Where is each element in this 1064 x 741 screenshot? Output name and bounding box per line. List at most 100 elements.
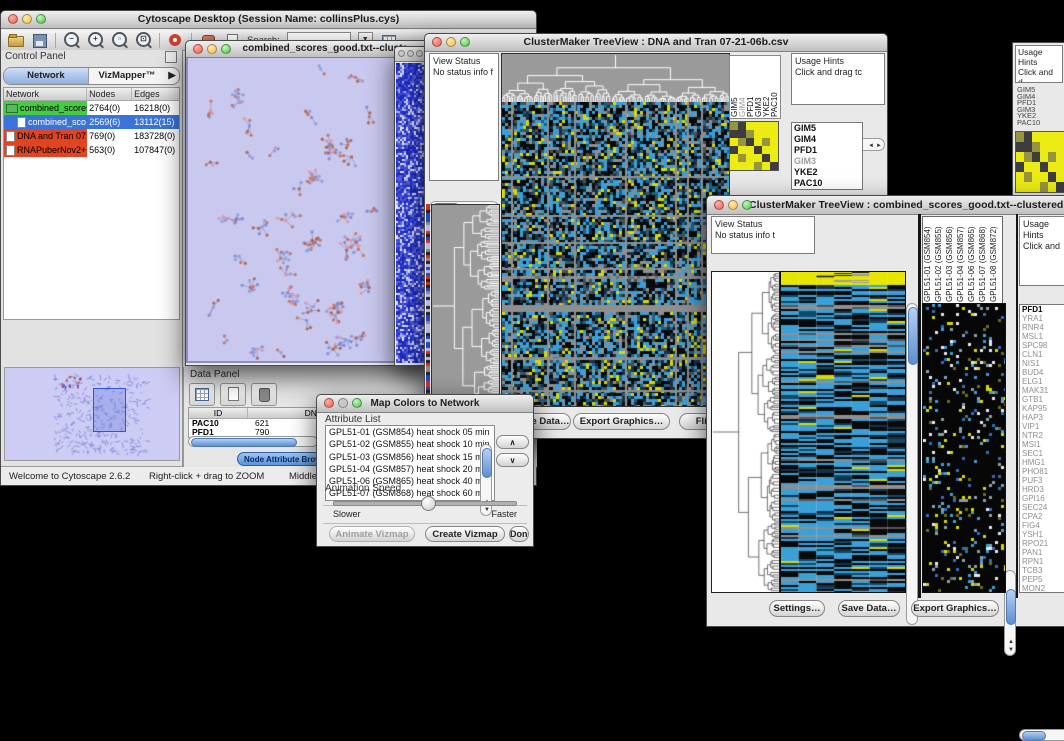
- select-attributes-button[interactable]: [189, 383, 215, 406]
- gene-label[interactable]: GIM4: [792, 134, 862, 145]
- gene-label[interactable]: PAN1: [1020, 548, 1064, 557]
- gene-label[interactable]: PFD1: [792, 145, 862, 156]
- animate-vizmap-button[interactable]: Animate Vizmap: [329, 526, 415, 542]
- gene-label[interactable]: FIG4: [1020, 521, 1064, 530]
- close-button[interactable]: [8, 14, 18, 24]
- minimize-button[interactable]: [338, 398, 348, 408]
- delete-attribute-button[interactable]: [251, 383, 277, 406]
- done-button[interactable]: Done: [509, 526, 529, 542]
- gene-label[interactable]: PFD1: [1020, 305, 1064, 314]
- col-edges[interactable]: Edges: [132, 88, 179, 100]
- array-label[interactable]: GPL51-03 (GSM856): [946, 218, 957, 302]
- slider-thumb[interactable]: [421, 496, 436, 511]
- gene-label[interactable]: GIM5: [792, 123, 862, 134]
- treeview1-gene-dendrogram[interactable]: [431, 204, 500, 408]
- gene-label[interactable]: CLN1: [1020, 350, 1064, 359]
- zoom-in-button[interactable]: +: [87, 32, 104, 48]
- open-session-button[interactable]: [7, 32, 24, 48]
- dialog-title-bar[interactable]: Map Colors to Network: [317, 395, 533, 413]
- minimize-button[interactable]: [728, 200, 738, 210]
- gene-label[interactable]: RNR4: [1020, 323, 1064, 332]
- gene-label[interactable]: HRD3: [1020, 485, 1064, 494]
- save-data-button[interactable]: Save Data…: [838, 600, 900, 617]
- close-button[interactable]: [398, 50, 405, 57]
- treeview3-zoom-heatmap[interactable]: [1015, 131, 1064, 193]
- gene-label[interactable]: NIS1: [1020, 359, 1064, 368]
- attribute-item[interactable]: GPL51-01 (GSM854) heat shock 05 min: [326, 426, 494, 438]
- scroll-thumb[interactable]: [482, 448, 492, 478]
- gene-label[interactable]: BUD4: [1020, 368, 1064, 377]
- attr-col-id[interactable]: ID: [189, 408, 247, 418]
- array-label[interactable]: GPL51-06 (GSM865): [968, 218, 979, 302]
- treeview2-gene-dendrogram[interactable]: [711, 271, 780, 593]
- gene-label[interactable]: VIP1: [1020, 422, 1064, 431]
- gene-label[interactable]: GIM3: [792, 156, 862, 167]
- tab-network[interactable]: Network: [4, 68, 88, 84]
- gene-label[interactable]: RPN1: [1020, 557, 1064, 566]
- minimize-button[interactable]: [207, 44, 217, 54]
- gene-label[interactable]: CPA2: [1020, 512, 1064, 521]
- treeview1-title-bar[interactable]: ClusterMaker TreeView : DNA and Tran 07-…: [425, 34, 887, 52]
- gene-label[interactable]: TCB3: [1020, 566, 1064, 575]
- gene-label[interactable]: SPC98: [1020, 341, 1064, 350]
- move-up-button[interactable]: ∧: [496, 435, 529, 449]
- network-row[interactable]: combined_sco 2569(6) 13112(15): [4, 115, 179, 129]
- zoom-window-button[interactable]: [36, 14, 46, 24]
- attribute-item[interactable]: GPL51-04 (GSM857) heat shock 20 min: [326, 463, 494, 475]
- col-nodes[interactable]: Nodes: [87, 88, 132, 100]
- zoom-out-button[interactable]: −: [63, 32, 80, 48]
- gene-label[interactable]: PEP5: [1020, 575, 1064, 584]
- treeview2-heatmap-vscrollbar[interactable]: [906, 303, 918, 625]
- minimize-button[interactable]: [446, 37, 456, 47]
- overview-canvas[interactable]: [5, 368, 177, 458]
- gene-label[interactable]: PAC10: [792, 178, 862, 189]
- close-button[interactable]: [324, 398, 334, 408]
- move-down-button[interactable]: ∨: [496, 453, 529, 467]
- attribute-item[interactable]: GPL51-03 (GSM856) heat shock 15 min: [326, 451, 494, 463]
- zoom-window-button[interactable]: [742, 200, 752, 210]
- gene-label[interactable]: YRA1: [1020, 314, 1064, 323]
- gene-label[interactable]: SEC1: [1020, 449, 1064, 458]
- treeview2-title-bar[interactable]: ClusterMaker TreeView : combined_scores_…: [707, 196, 1064, 215]
- save-session-button[interactable]: [31, 32, 48, 48]
- tab-overflow-arrow[interactable]: ▶: [165, 68, 179, 84]
- gene-label[interactable]: MON2: [1020, 584, 1064, 593]
- zoom-window-button[interactable]: [352, 398, 362, 408]
- new-attribute-button[interactable]: [220, 383, 246, 406]
- gene-label[interactable]: KAP95: [1020, 404, 1064, 413]
- gene-label[interactable]: NTR2: [1020, 431, 1064, 440]
- export-graphics-button[interactable]: Export Graphics…: [573, 413, 670, 430]
- float-panel-icon[interactable]: [165, 51, 177, 63]
- tab-vizmapper[interactable]: VizMapper™: [88, 68, 165, 84]
- animation-speed-slider[interactable]: [333, 495, 517, 509]
- hscroll-thumb[interactable]: [191, 438, 297, 447]
- gene-label[interactable]: HMG1: [1020, 458, 1064, 467]
- network-view-title-bar[interactable]: combined_scores_good.txt--cluste...: [186, 41, 429, 58]
- array-label[interactable]: GIM5: [731, 57, 739, 117]
- array-label[interactable]: YKE2: [763, 57, 771, 117]
- gene-label[interactable]: GPI16: [1020, 494, 1064, 503]
- data-panel-hscrollbar[interactable]: [188, 436, 318, 447]
- scroll-thumb[interactable]: [908, 307, 918, 365]
- zoom-selected-button[interactable]: ▫: [111, 32, 128, 48]
- gene-label[interactable]: PAC10: [1016, 120, 1062, 127]
- gene-label[interactable]: YKE2: [792, 167, 862, 178]
- network-row[interactable]: RNAPuberNov2+ 563(0) 107847(0): [4, 143, 179, 157]
- close-button[interactable]: [432, 37, 442, 47]
- overview-selection-rect[interactable]: [93, 388, 126, 432]
- create-vizmap-button[interactable]: Create Vizmap: [425, 526, 505, 542]
- zoom-window-button[interactable]: [416, 50, 423, 57]
- array-label[interactable]: GPL51-02 (GSM855): [935, 218, 946, 302]
- array-label[interactable]: GPL51-04 (GSM857): [957, 218, 968, 302]
- treeview1-zoom-heatmap[interactable]: [729, 121, 779, 171]
- array-label[interactable]: PFD1: [747, 57, 755, 117]
- array-label[interactable]: GIM3: [755, 57, 763, 117]
- treeview2-zoom-heatmap[interactable]: [922, 303, 1006, 593]
- scroll-up-arrow[interactable]: ▲: [1008, 638, 1014, 646]
- zoom-fit-button[interactable]: ⊡: [135, 32, 152, 48]
- scroll-down-arrow[interactable]: ▼: [1008, 646, 1014, 654]
- treeview2-hints-scrollbar[interactable]: [1019, 729, 1064, 741]
- gene-label[interactable]: MSL1: [1020, 332, 1064, 341]
- array-label[interactable]: GIM4: [739, 57, 747, 117]
- gene-label[interactable]: ELG1: [1020, 377, 1064, 386]
